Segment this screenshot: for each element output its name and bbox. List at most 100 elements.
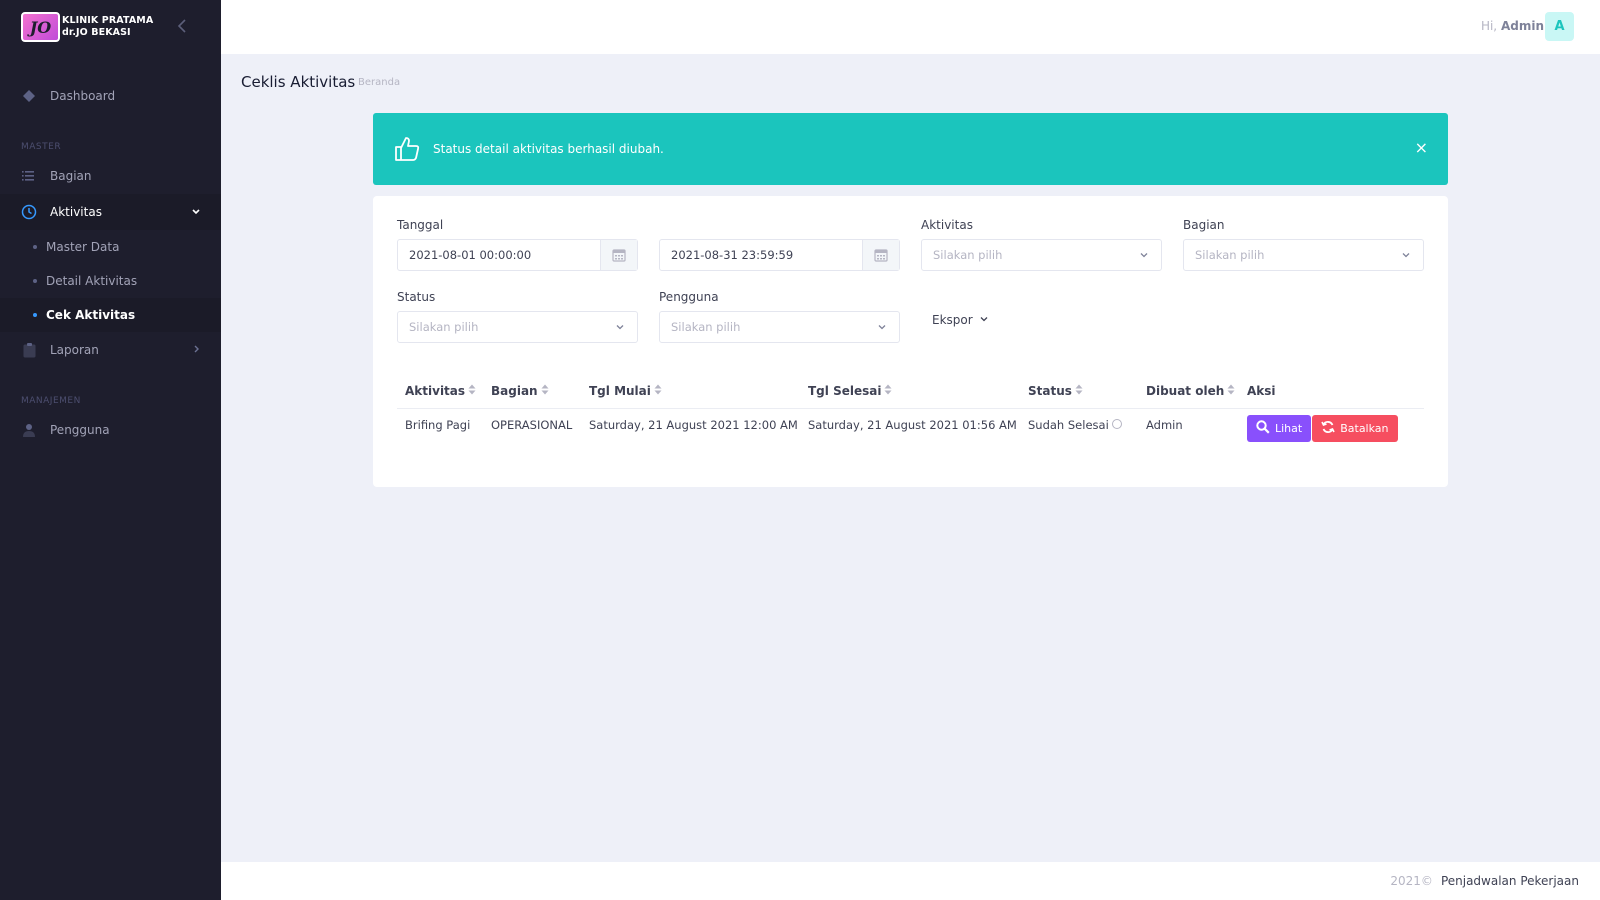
brand-name: KLINIK PRATAMA dr.JO BEKASI: [62, 15, 153, 39]
pengguna-label: Pengguna: [659, 290, 719, 304]
col-bagian[interactable]: Bagian: [483, 374, 581, 409]
bullet-icon: [33, 313, 37, 317]
col-label: Bagian: [491, 383, 538, 398]
cell-aktivitas: Brifing Pagi: [405, 417, 471, 432]
calendar-icon[interactable]: [862, 240, 899, 270]
col-label: Status: [1028, 383, 1072, 398]
sort-icon[interactable]: [541, 384, 549, 398]
sidebar-collapse-icon[interactable]: [176, 17, 192, 37]
sidebar-subitem-label: Cek Aktivitas: [46, 308, 136, 322]
status-label: Status: [397, 290, 436, 304]
section-master: MASTER: [21, 142, 62, 152]
breadcrumb[interactable]: Beranda: [358, 77, 400, 88]
pengguna-select[interactable]: Silakan pilih: [659, 311, 900, 343]
ekspor-label: Ekspor: [932, 313, 973, 327]
sidebar-item-label: Laporan: [50, 343, 99, 357]
date-end-input[interactable]: 2021-08-31 23:59:59: [659, 239, 900, 271]
table-row: Brifing Pagi OPERASIONAL Saturday, 21 Au…: [397, 408, 1424, 444]
sidebar-item-pengguna[interactable]: Pengguna: [0, 412, 221, 448]
filter-card: Tanggal 2021-08-01 00:00:00 2021-08-31 2…: [373, 196, 1448, 487]
sort-icon[interactable]: [1227, 384, 1235, 398]
sort-icon[interactable]: [468, 384, 476, 398]
footer-text: 2021© Penjadwalan Pekerjaan: [1390, 874, 1579, 888]
chevron-down-icon: [877, 321, 887, 335]
lihat-button[interactable]: Lihat: [1247, 414, 1312, 442]
sort-icon[interactable]: [884, 384, 892, 398]
clipboard-icon: [21, 342, 37, 358]
brand-line2: dr.JO BEKASI: [62, 27, 131, 38]
footer-app-link[interactable]: Penjadwalan Pekerjaan: [1441, 874, 1579, 888]
user-name: Admin: [1500, 19, 1544, 33]
col-label: Tgl Selesai: [808, 383, 882, 398]
date-end-value: 2021-08-31 23:59:59: [671, 248, 794, 262]
sidebar-menu: Dashboard MASTER Bagian Aktivitas Master…: [0, 78, 221, 448]
col-dibuat-oleh[interactable]: Dibuat oleh: [1138, 374, 1239, 409]
cell-status: Sudah Selesai: [1020, 408, 1138, 444]
bagian-select[interactable]: Silakan pilih: [1183, 239, 1424, 271]
user-icon: [21, 422, 37, 438]
bullet-icon: [33, 245, 37, 249]
batalkan-label: Batalkan: [1340, 421, 1389, 435]
clock-icon: [21, 204, 37, 220]
top-header: Hi, Admin A: [221, 0, 1600, 54]
thumbs-up-icon: [393, 135, 421, 163]
bullet-icon: [33, 279, 37, 283]
cell-dibuat-oleh: Admin: [1146, 417, 1183, 432]
date-start-input[interactable]: 2021-08-01 00:00:00: [397, 239, 638, 271]
pengguna-placeholder: Silakan pilih: [671, 320, 741, 334]
sidebar-item-bagian[interactable]: Bagian: [0, 158, 221, 194]
cell-tgl-selesai: Saturday, 21 August 2021 01:56 AM: [808, 417, 1017, 432]
list-icon: [21, 168, 37, 184]
aktivitas-table: Aktivitas Bagian Tgl Mulai Tgl Selesai S…: [397, 374, 1424, 444]
batalkan-button[interactable]: Batalkan: [1312, 414, 1398, 442]
info-icon[interactable]: [1111, 419, 1122, 429]
col-tgl-selesai[interactable]: Tgl Selesai: [800, 374, 1020, 409]
chevron-right-icon: [193, 344, 201, 357]
bagian-label: Bagian: [1183, 218, 1225, 232]
brand-logo: JO: [21, 12, 60, 42]
chevron-down-icon: [979, 313, 989, 327]
user-greeting[interactable]: Hi, Admin: [1481, 19, 1544, 33]
sort-icon[interactable]: [1075, 384, 1083, 398]
col-status[interactable]: Status: [1020, 374, 1138, 409]
status-select[interactable]: Silakan pilih: [397, 311, 638, 343]
cell-aksi: Lihat Batalkan: [1239, 408, 1424, 444]
sidebar-item-label: Dashboard: [50, 89, 116, 103]
aktivitas-select[interactable]: Silakan pilih: [921, 239, 1162, 271]
chevron-down-icon: [1401, 249, 1411, 263]
aktivitas-placeholder: Silakan pilih: [933, 248, 1003, 262]
sidebar-item-laporan[interactable]: Laporan: [0, 332, 221, 368]
sidebar-subitem-cek-aktivitas[interactable]: Cek Aktivitas: [0, 298, 221, 332]
success-alert: Status detail aktivitas berhasil diubah.…: [373, 113, 1448, 185]
col-aktivitas[interactable]: Aktivitas: [397, 374, 483, 409]
aktivitas-label: Aktivitas: [921, 218, 973, 232]
ekspor-button[interactable]: Ekspor: [932, 313, 989, 327]
chevron-down-icon: [615, 321, 625, 335]
tanggal-label: Tanggal: [397, 218, 444, 232]
calendar-icon[interactable]: [600, 240, 637, 270]
page-title: Ceklis Aktivitas: [241, 73, 356, 91]
sidebar-item-aktivitas[interactable]: Aktivitas: [0, 194, 221, 230]
avatar[interactable]: A: [1545, 12, 1574, 41]
sidebar-item-label: Bagian: [50, 169, 92, 183]
sidebar-subitem-detail-aktivitas[interactable]: Detail Aktivitas: [0, 264, 221, 298]
sidebar-item-dashboard[interactable]: Dashboard: [0, 78, 221, 114]
date-start-value: 2021-08-01 00:00:00: [409, 248, 532, 262]
lihat-label: Lihat: [1275, 421, 1303, 435]
table-header-row: Aktivitas Bagian Tgl Mulai Tgl Selesai S…: [397, 374, 1424, 409]
sidebar: JO KLINIK PRATAMA dr.JO BEKASI Dashboard…: [0, 0, 221, 900]
col-label: Aktivitas: [405, 383, 466, 398]
brand[interactable]: JO KLINIK PRATAMA dr.JO BEKASI: [0, 0, 221, 54]
col-label: Dibuat oleh: [1146, 383, 1225, 398]
col-label: Aksi: [1247, 383, 1276, 398]
footer: 2021© Penjadwalan Pekerjaan: [221, 862, 1600, 900]
footer-year: 2021©: [1390, 874, 1433, 888]
greeting-text: Hi,: [1480, 19, 1498, 33]
col-tgl-mulai[interactable]: Tgl Mulai: [581, 374, 800, 409]
sort-icon[interactable]: [654, 384, 662, 398]
close-icon[interactable]: ×: [1415, 138, 1428, 157]
sidebar-subitem-master-data[interactable]: Master Data: [0, 230, 221, 264]
sidebar-item-label: Aktivitas: [50, 205, 102, 219]
sidebar-subitem-label: Master Data: [46, 240, 120, 254]
chevron-down-icon: [191, 206, 201, 219]
